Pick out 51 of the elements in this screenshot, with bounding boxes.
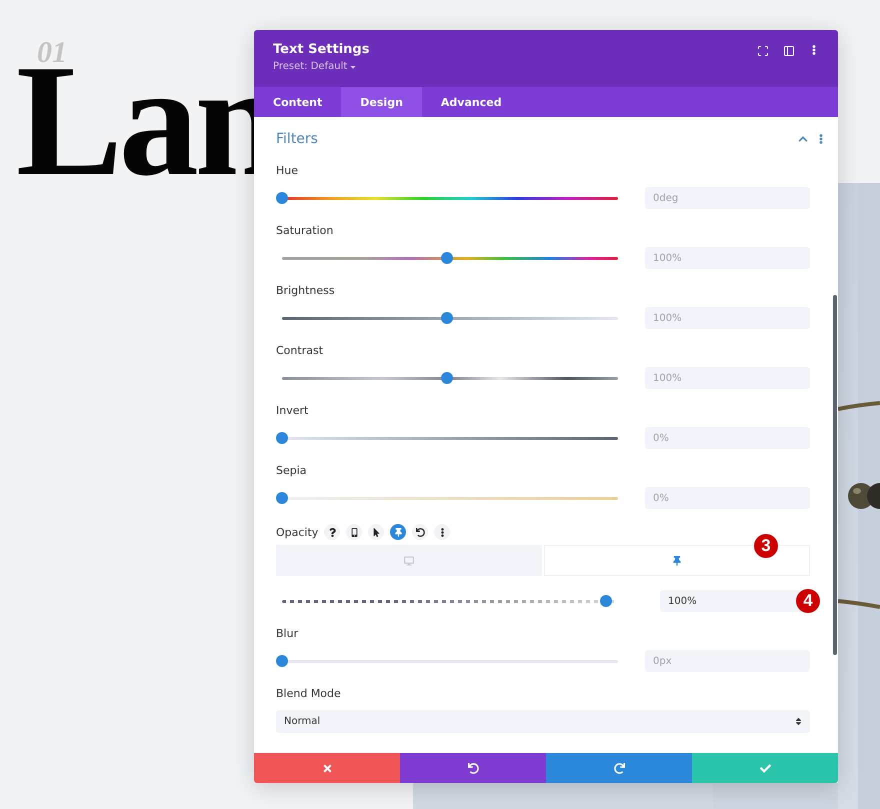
slider-label: Contrast	[276, 343, 324, 359]
slider-label: Brightness	[276, 283, 336, 299]
pin-icon[interactable]	[390, 524, 406, 540]
value-field[interactable]: 0%	[645, 487, 810, 509]
scrollbar[interactable]	[833, 295, 837, 655]
pin-icon	[672, 556, 682, 566]
slider-label: Hue	[276, 163, 300, 179]
help-icon[interactable]	[324, 524, 340, 540]
value-field[interactable]: 100%	[660, 590, 804, 612]
pointer-icon[interactable]	[368, 524, 384, 540]
panel-title: Text Settings	[273, 42, 370, 57]
redo-icon	[614, 762, 624, 774]
check-icon	[760, 762, 770, 774]
close-icon	[322, 762, 332, 774]
value-field[interactable]: 0deg	[645, 187, 810, 209]
step-marker: 4	[796, 589, 820, 613]
slider-handle[interactable]	[441, 312, 453, 324]
more-icon[interactable]	[434, 524, 450, 540]
slider-handle[interactable]	[276, 655, 288, 667]
slider-handle[interactable]	[600, 595, 612, 607]
value-field[interactable]: 100%	[645, 307, 810, 329]
slider-handle[interactable]	[441, 252, 453, 264]
slider-handle[interactable]	[276, 192, 288, 204]
tab[interactable]: Design	[341, 87, 422, 117]
select-label: Blend Mode	[276, 686, 342, 702]
undo-icon	[468, 762, 478, 774]
collapse-icon[interactable]	[798, 134, 808, 144]
value-field[interactable]: 0px	[645, 650, 810, 672]
slider-handle[interactable]	[276, 432, 288, 444]
value-field[interactable]: 0%	[645, 427, 810, 449]
step-marker: 3	[754, 534, 778, 558]
blend-mode-select[interactable]: Normal	[276, 710, 810, 733]
sort-icon	[794, 717, 803, 726]
tab[interactable]: Advanced	[422, 87, 521, 117]
section-title: Filters	[276, 131, 318, 147]
focus-icon[interactable]	[757, 45, 769, 57]
slider-handle[interactable]	[276, 492, 288, 504]
phone-icon[interactable]	[346, 524, 362, 540]
desktop-icon	[404, 556, 414, 566]
slider-label: Saturation	[276, 223, 334, 239]
slider-label: Sepia	[276, 463, 308, 479]
tab[interactable]: Content	[254, 87, 342, 117]
slider-label: Invert	[276, 403, 310, 419]
slider-label: Opacity	[276, 526, 318, 538]
value-field[interactable]: 100%	[645, 247, 810, 269]
slider-handle[interactable]	[441, 372, 453, 384]
reset-icon[interactable]	[412, 524, 428, 540]
preset-dropdown[interactable]: Preset: Default	[273, 61, 370, 72]
slider-label: Blur	[276, 626, 300, 642]
value-field[interactable]: 100%	[645, 367, 810, 389]
sidebar-icon[interactable]	[783, 45, 795, 57]
